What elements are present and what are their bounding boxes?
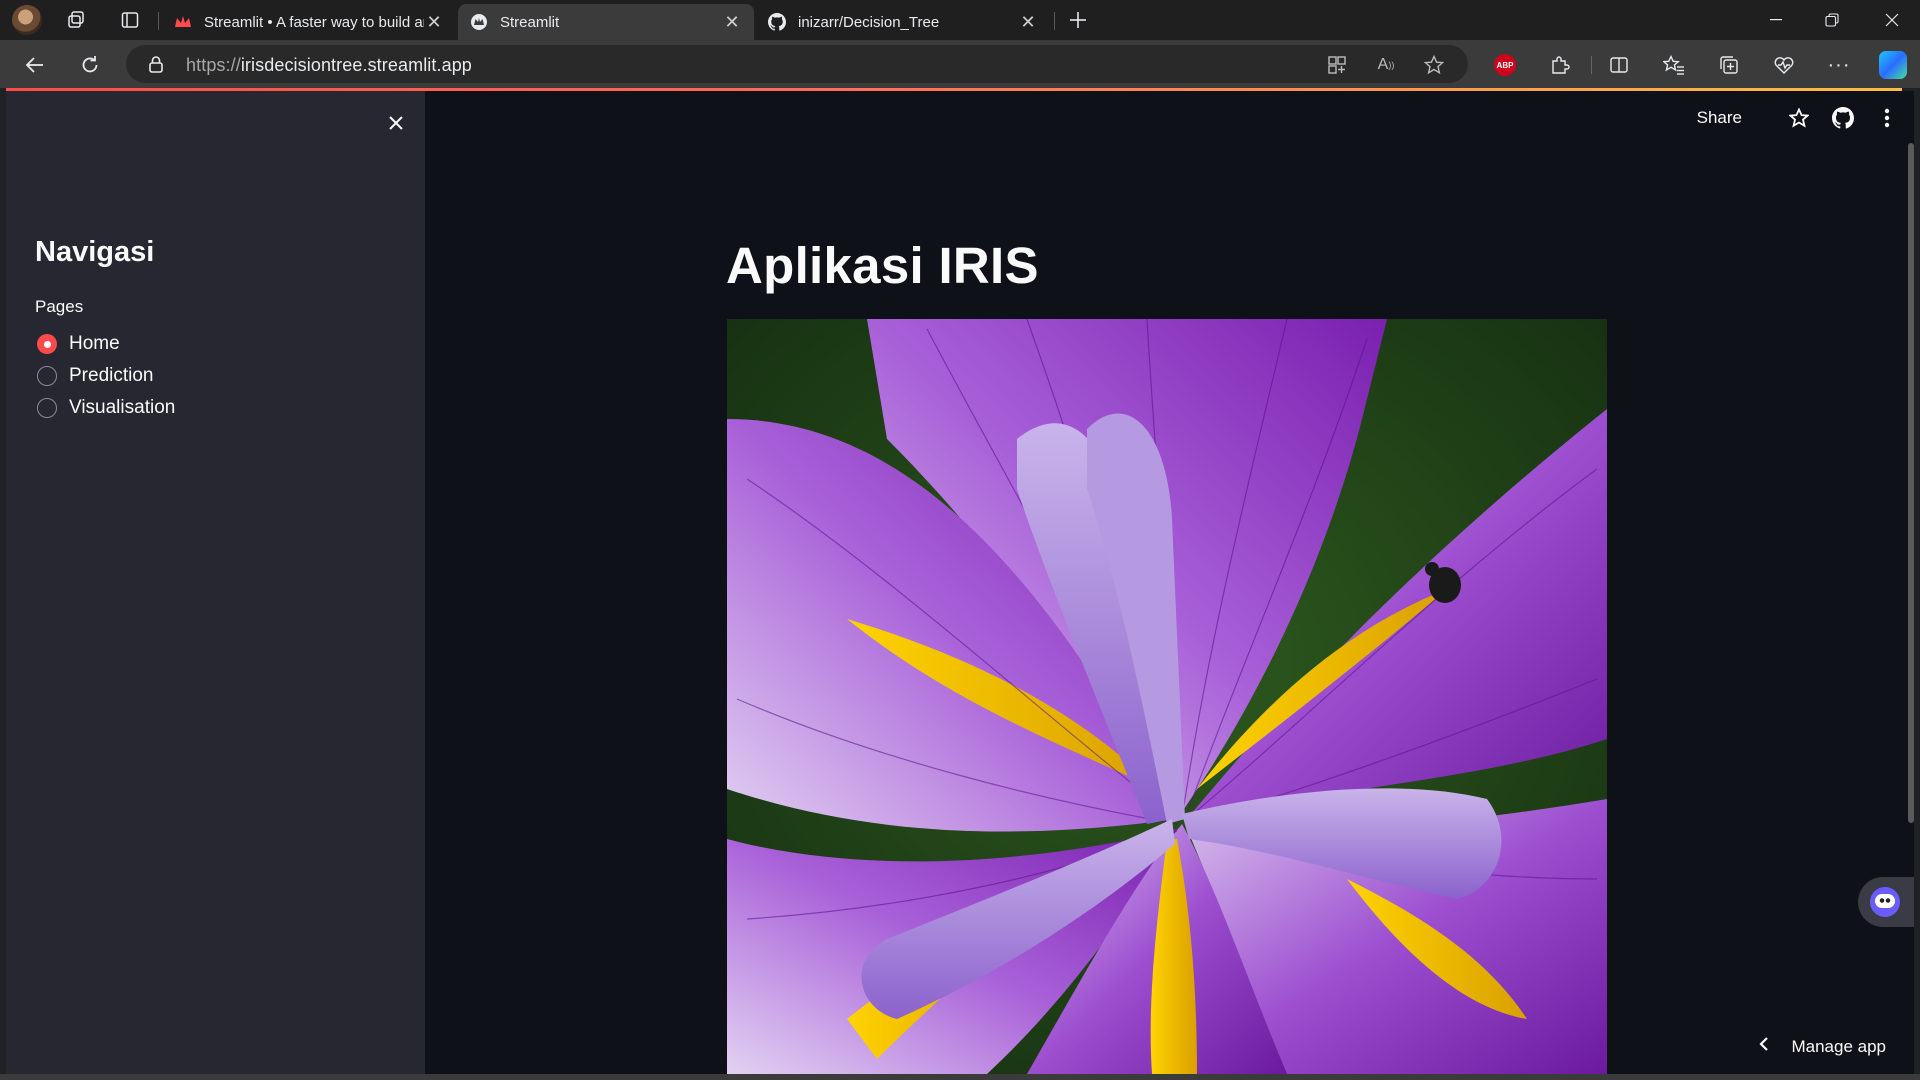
address-bar[interactable]: https://irisdecisiontree.streamlit.app A… xyxy=(126,45,1468,83)
radio-visualisation[interactable]: Visualisation xyxy=(37,395,175,421)
radio-label: Visualisation xyxy=(69,397,176,418)
window-close-icon[interactable] xyxy=(1864,0,1920,40)
streamlit-crown-icon xyxy=(174,13,192,31)
radio-label: Prediction xyxy=(69,365,154,386)
lock-icon[interactable] xyxy=(148,55,164,78)
github-icon xyxy=(768,13,786,31)
close-tab-icon[interactable]: ✕ xyxy=(1018,12,1038,32)
collections-icon[interactable] xyxy=(1714,50,1744,80)
chevron-left-icon xyxy=(1759,1036,1769,1057)
tab-title: Streamlit • A faster way to build and sh… xyxy=(204,13,424,31)
restore-icon[interactable] xyxy=(1804,0,1860,40)
close-sidebar-icon[interactable] xyxy=(381,108,411,138)
browser-essentials-icon[interactable] xyxy=(1769,50,1799,80)
window-bottom-edge xyxy=(0,1074,1920,1080)
page-title: Aplikasi IRIS xyxy=(726,237,1039,294)
radio-unselected-icon[interactable] xyxy=(37,366,57,386)
new-tab-icon[interactable] xyxy=(1066,8,1090,32)
copilot-icon[interactable] xyxy=(1878,50,1908,80)
minimize-icon[interactable] xyxy=(1748,0,1804,40)
radio-prediction[interactable]: Prediction xyxy=(37,363,154,389)
read-aloud-icon[interactable]: A)) xyxy=(1374,53,1398,77)
more-options-icon[interactable]: ··· xyxy=(1824,50,1854,80)
browser-toolbar: https://irisdecisiontree.streamlit.app A… xyxy=(0,40,1920,88)
adblock-extension-icon[interactable]: ABP xyxy=(1490,50,1520,80)
url-text[interactable]: https://irisdecisiontree.streamlit.app xyxy=(186,55,472,76)
sidebar-title: Navigasi xyxy=(35,236,155,268)
chat-assistant-button[interactable] xyxy=(1858,877,1914,927)
split-screen-icon[interactable] xyxy=(1604,50,1634,80)
tab-github[interactable]: inizarr/Decision_Tree ✕ xyxy=(756,4,1050,40)
radio-selected-icon[interactable] xyxy=(37,334,57,354)
radio-home[interactable]: Home xyxy=(37,331,120,357)
refresh-icon[interactable] xyxy=(75,50,105,80)
app-available-icon[interactable] xyxy=(1325,53,1349,77)
radio-unselected-icon[interactable] xyxy=(37,398,57,418)
chatbot-icon xyxy=(1870,887,1900,917)
pages-label: Pages xyxy=(35,297,84,316)
star-icon[interactable] xyxy=(1786,105,1812,131)
favorites-icon[interactable] xyxy=(1659,50,1689,80)
close-tab-icon[interactable]: ✕ xyxy=(424,12,444,32)
scrollbar[interactable] xyxy=(1908,143,1914,823)
tab-title: inizarr/Decision_Tree xyxy=(798,13,940,31)
tab-title: Streamlit xyxy=(500,13,560,31)
sidebar: Navigasi Pages Home Prediction Visualisa… xyxy=(6,91,425,1074)
manage-app-label: Manage app xyxy=(1791,1036,1886,1056)
favorite-star-icon[interactable] xyxy=(1422,53,1446,77)
streamlit-app: Navigasi Pages Home Prediction Visualisa… xyxy=(6,91,1914,1074)
tab-streamlit-active[interactable]: Streamlit ✕ xyxy=(458,4,754,40)
github-icon[interactable] xyxy=(1830,105,1856,131)
streamlit-icon xyxy=(470,13,488,31)
close-tab-icon[interactable]: ✕ xyxy=(722,12,742,32)
back-icon[interactable] xyxy=(20,50,50,80)
share-button[interactable]: Share xyxy=(1697,108,1742,128)
extensions-icon[interactable] xyxy=(1545,50,1575,80)
manage-app-button[interactable]: Manage app xyxy=(1759,1036,1886,1057)
main-menu-icon[interactable] xyxy=(1874,105,1900,131)
app-header: Share xyxy=(1697,103,1900,133)
profile-avatar[interactable] xyxy=(12,5,42,35)
workspaces-icon[interactable] xyxy=(64,8,88,32)
radio-label: Home xyxy=(69,333,120,354)
tab-actions-icon[interactable] xyxy=(118,8,142,32)
iris-flower-image xyxy=(727,319,1607,1074)
browser-tab-strip: Streamlit • A faster way to build and sh… xyxy=(0,0,1920,40)
tab-streamlit-home[interactable]: Streamlit • A faster way to build and sh… xyxy=(162,4,456,40)
